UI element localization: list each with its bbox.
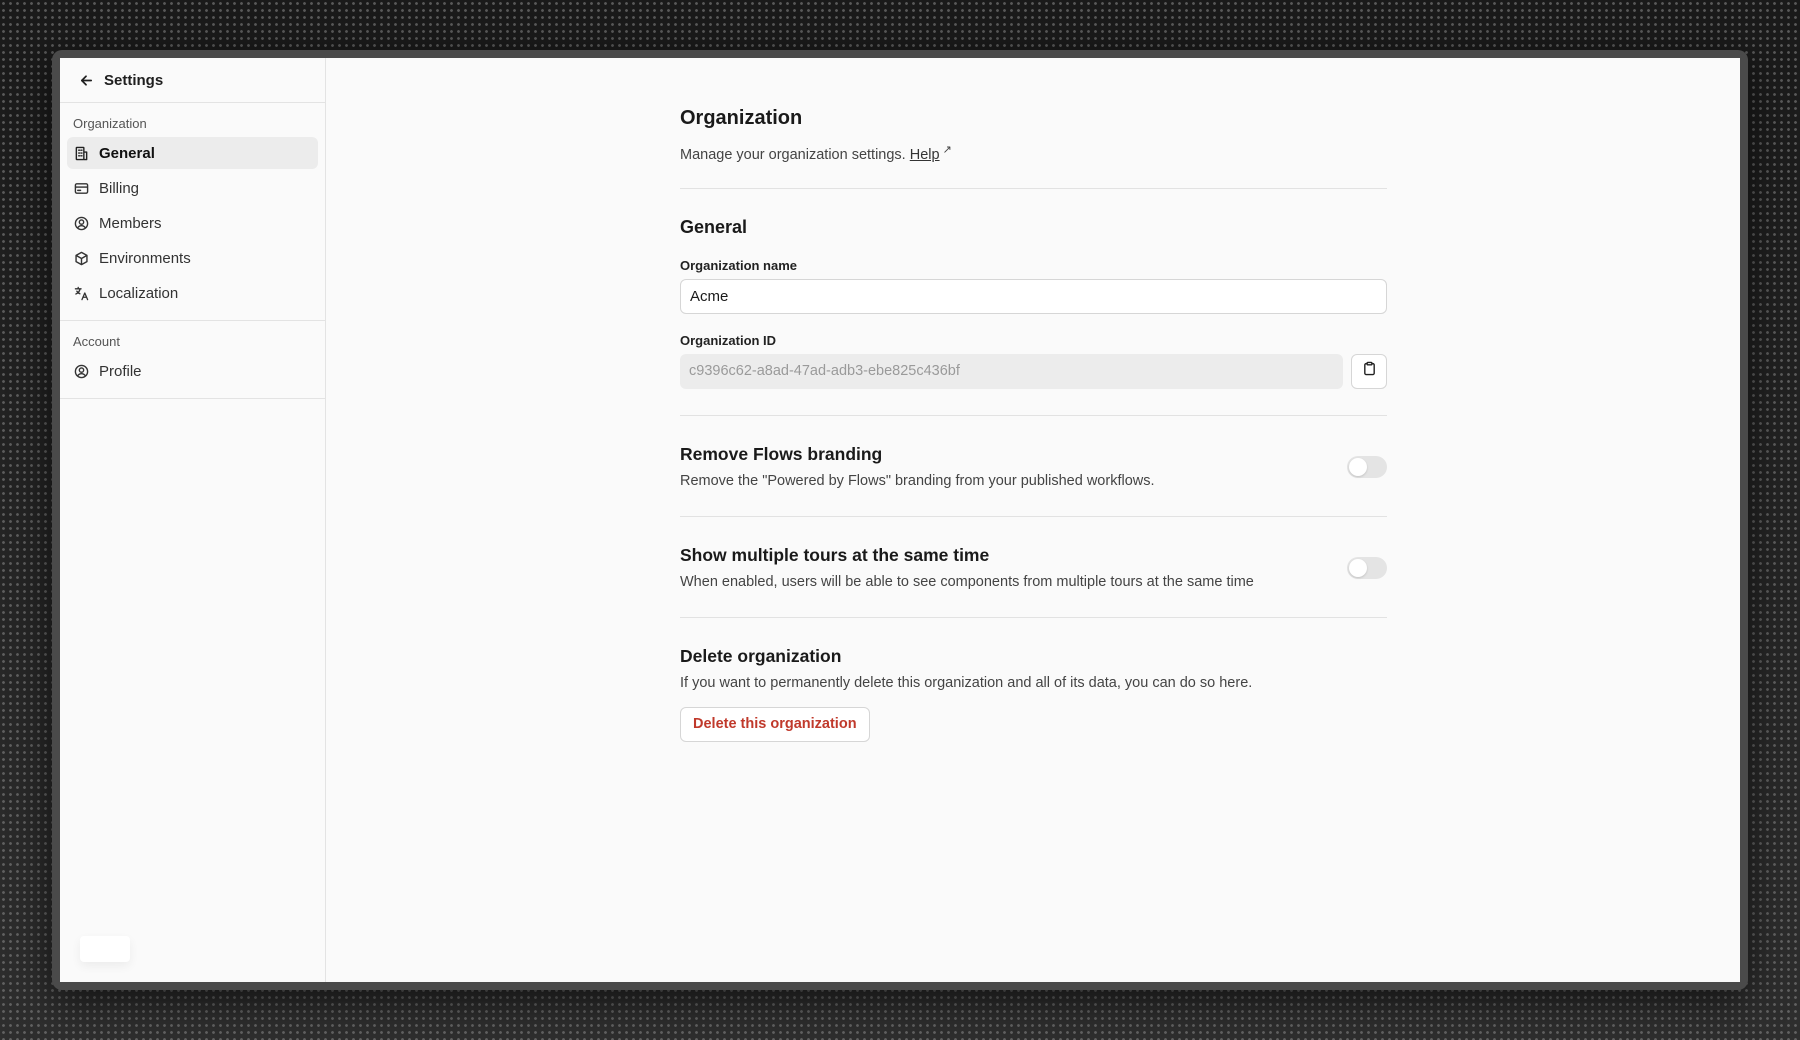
nav-section-label: Organization <box>73 116 147 131</box>
sidebar-item-label: Environments <box>99 249 191 267</box>
section-title-general: General <box>680 216 748 237</box>
sidebar-title: Settings <box>104 71 164 89</box>
org-id-field[interactable]: c9396c62-a8ad-47ad-adb3-ebe825c436bf <box>680 353 1343 389</box>
org-id-row: c9396c62-a8ad-47ad-adb3-ebe825c436bf <box>680 353 1387 389</box>
sidebar-item-label: Localization <box>99 284 179 302</box>
divider <box>680 616 1387 618</box>
back-to-settings[interactable]: Settings <box>60 58 325 103</box>
arrow-left-icon[interactable] <box>78 72 94 88</box>
branding-setting: Remove Flows branding Remove the "Powere… <box>680 443 1387 491</box>
branding-toggle[interactable] <box>1347 455 1387 478</box>
toggle-knob <box>1349 558 1367 577</box>
sidebar-item-label: General <box>99 144 155 162</box>
copy-button[interactable] <box>1351 353 1387 389</box>
cube-icon <box>73 250 89 266</box>
page-title: Organization <box>680 107 803 129</box>
branding-text: Remove Flows branding Remove the "Powere… <box>680 443 1155 491</box>
org-name-label: Organization name <box>680 257 798 273</box>
clipboard-icon <box>1362 361 1377 381</box>
divider <box>680 187 1387 189</box>
sidebar-item-label: Members <box>99 214 162 232</box>
external-link-icon: ↗ <box>942 144 952 156</box>
footer-widget[interactable] <box>80 936 130 962</box>
divider <box>680 515 1387 517</box>
divider <box>680 414 1387 416</box>
tours-title: Show multiple tours at the same time <box>680 544 990 565</box>
page-subtitle: Manage your organization settings. Help ↗ <box>680 140 1387 165</box>
sidebar-item-label: Profile <box>99 362 142 380</box>
sidebar-item-billing[interactable]: Billing <box>67 172 318 204</box>
delete-description: If you want to permanently delete this o… <box>680 674 1253 691</box>
sidebar-item-label: Billing <box>99 179 140 197</box>
toggle-knob <box>1349 457 1367 476</box>
sidebar: Settings Organization General Billing Me… <box>60 58 326 982</box>
sidebar-item-localization[interactable]: Localization <box>67 277 318 309</box>
main-content: Organization Manage your organization se… <box>326 58 1740 982</box>
delete-title: Delete organization <box>680 645 842 666</box>
settings-content: Organization Manage your organization se… <box>680 106 1387 742</box>
building-icon <box>73 145 89 161</box>
help-link[interactable]: Help <box>910 147 940 163</box>
translate-icon <box>73 285 89 301</box>
tours-text: Show multiple tours at the same time Whe… <box>680 544 1254 592</box>
user-circle-icon <box>73 363 89 379</box>
nav-section-account: Account Profile <box>60 321 325 399</box>
sidebar-item-members[interactable]: Members <box>67 207 318 239</box>
tours-setting: Show multiple tours at the same time Whe… <box>680 544 1387 592</box>
delete-organization-button[interactable]: Delete this organization <box>680 706 870 742</box>
sidebar-footer <box>60 399 325 982</box>
branding-description: Remove the "Powered by Flows" branding f… <box>680 472 1155 489</box>
settings-window: Settings Organization General Billing Me… <box>60 58 1740 982</box>
org-name-input[interactable] <box>680 278 1387 314</box>
sidebar-item-environments[interactable]: Environments <box>67 242 318 274</box>
nav-section-label: Account <box>73 334 120 349</box>
credit-card-icon <box>73 180 89 196</box>
nav-section-organization: Organization General Billing Members Env… <box>60 103 325 321</box>
sidebar-item-general[interactable]: General <box>67 137 318 169</box>
tours-toggle[interactable] <box>1347 556 1387 579</box>
org-id-label: Organization ID <box>680 332 777 348</box>
user-circle-icon <box>73 215 89 231</box>
tours-description: When enabled, users will be able to see … <box>680 573 1254 590</box>
sidebar-item-profile[interactable]: Profile <box>67 355 318 387</box>
page-subtitle-text: Manage your organization settings. <box>680 146 906 163</box>
branding-title: Remove Flows branding <box>680 443 883 464</box>
